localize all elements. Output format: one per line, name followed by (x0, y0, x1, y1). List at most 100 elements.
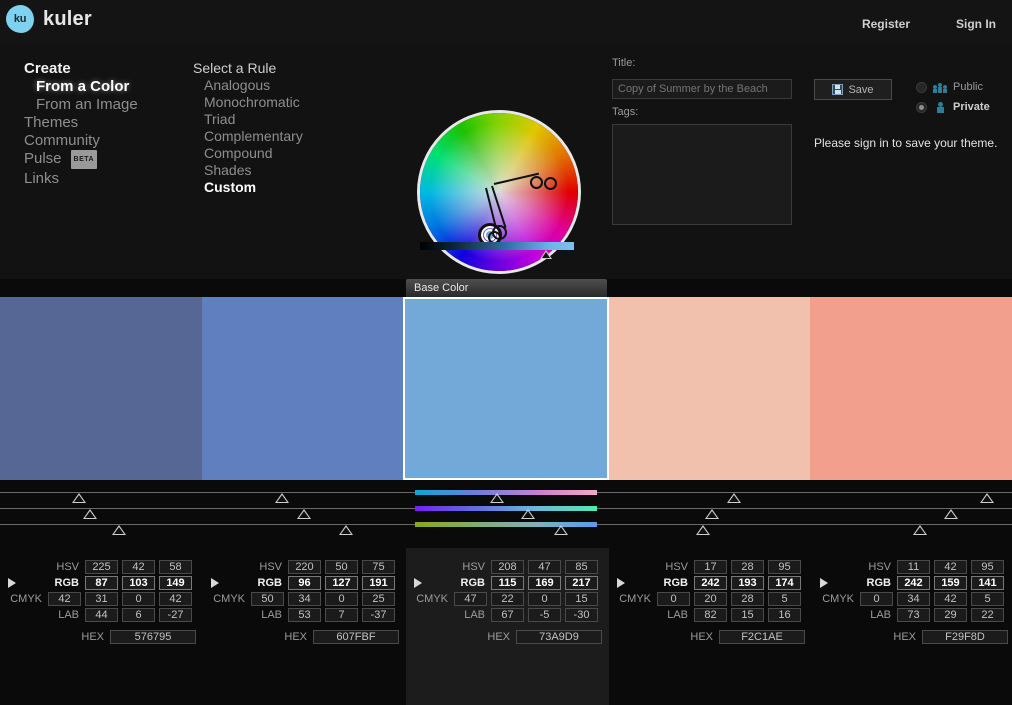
tags-input[interactable] (612, 124, 792, 225)
register-link[interactable]: Register (862, 17, 910, 31)
slider-handle[interactable] (296, 509, 311, 519)
cmyk-field-3[interactable]: 0 (325, 592, 358, 606)
lab-field-3[interactable]: 16 (768, 608, 801, 622)
lab-field-3[interactable]: -30 (565, 608, 598, 622)
wheel-marker-1[interactable] (530, 176, 543, 189)
rgb-field-3[interactable]: 191 (362, 576, 395, 590)
signin-link[interactable]: Sign In (956, 17, 996, 31)
cmyk-field-3[interactable]: 0 (528, 592, 561, 606)
slider-gradient-2[interactable] (414, 506, 598, 511)
lab-field-1[interactable]: 53 (288, 608, 321, 622)
title-input[interactable] (612, 79, 792, 99)
cmyk-field-3[interactable]: 42 (934, 592, 967, 606)
save-button[interactable]: Save (814, 79, 892, 100)
slider-handle[interactable] (695, 525, 710, 535)
expand-arrow-icon[interactable] (617, 578, 625, 588)
color-swatch-1[interactable] (0, 297, 202, 480)
cmyk-field-2[interactable]: 34 (897, 592, 930, 606)
slider-handle[interactable] (705, 509, 720, 519)
nav-item-community[interactable]: Community (24, 132, 184, 150)
nav-item-from-a-color[interactable]: From a Color (24, 78, 184, 96)
lab-field-2[interactable]: 6 (122, 608, 155, 622)
lab-field-1[interactable]: 67 (491, 608, 524, 622)
rule-shades[interactable]: Shades (193, 162, 383, 179)
slider-handle[interactable] (489, 493, 504, 503)
lab-field-2[interactable]: 15 (731, 608, 764, 622)
cmyk-field-1[interactable]: 47 (454, 592, 487, 606)
rule-custom[interactable]: Custom (193, 179, 383, 196)
hsv-field-1[interactable]: 17 (694, 560, 727, 574)
privacy-option-public[interactable]: Public (916, 81, 983, 93)
privacy-option-private[interactable]: Private (916, 101, 990, 113)
lab-field-2[interactable]: 7 (325, 608, 358, 622)
wheel-marker-2[interactable] (544, 177, 557, 190)
expand-arrow-icon[interactable] (414, 578, 422, 588)
nav-item-from-an-image[interactable]: From an Image (24, 96, 184, 114)
nav-item-links[interactable]: Links (24, 170, 184, 188)
slider-handle[interactable] (72, 493, 87, 503)
hsv-field-2[interactable]: 42 (122, 560, 155, 574)
hsv-field-3[interactable]: 85 (565, 560, 598, 574)
hsv-field-3[interactable]: 58 (159, 560, 192, 574)
slider-gradient-3[interactable] (414, 522, 598, 527)
rule-monochromatic[interactable]: Monochromatic (193, 94, 383, 111)
rule-analogous[interactable]: Analogous (193, 77, 383, 94)
rgb-field-1[interactable]: 242 (897, 576, 930, 590)
color-swatch-5[interactable] (810, 297, 1012, 480)
cmyk-field-1[interactable]: 50 (251, 592, 284, 606)
rgb-field-3[interactable]: 217 (565, 576, 598, 590)
hsv-field-1[interactable]: 208 (491, 560, 524, 574)
cmyk-field-1[interactable]: 0 (860, 592, 893, 606)
slider-handle[interactable] (726, 493, 741, 503)
cmyk-field-2[interactable]: 22 (491, 592, 524, 606)
rgb-field-2[interactable]: 127 (325, 576, 358, 590)
cmyk-field-4[interactable]: 5 (971, 592, 1004, 606)
lab-field-2[interactable]: 29 (934, 608, 967, 622)
cmyk-field-4[interactable]: 15 (565, 592, 598, 606)
rgb-field-2[interactable]: 193 (731, 576, 764, 590)
rule-complementary[interactable]: Complementary (193, 128, 383, 145)
cmyk-field-4[interactable]: 42 (159, 592, 192, 606)
hex-field[interactable]: 576795 (110, 630, 196, 644)
lab-field-3[interactable]: -27 (159, 608, 192, 622)
lab-field-2[interactable]: -5 (528, 608, 561, 622)
slider-handle[interactable] (112, 525, 127, 535)
cmyk-field-4[interactable]: 25 (362, 592, 395, 606)
nav-item-pulse[interactable]: Pulse BETA (24, 150, 184, 170)
lab-field-3[interactable]: 22 (971, 608, 1004, 622)
public-radio[interactable] (916, 81, 927, 93)
brightness-slider-handle[interactable] (540, 250, 553, 259)
cmyk-field-2[interactable]: 34 (288, 592, 321, 606)
hex-field[interactable]: F29F8D (922, 630, 1008, 644)
hsv-field-2[interactable]: 28 (731, 560, 764, 574)
slider-handle[interactable] (980, 493, 995, 503)
slider-handle[interactable] (338, 525, 353, 535)
brightness-slider[interactable] (420, 242, 574, 259)
rgb-field-2[interactable]: 169 (528, 576, 561, 590)
rgb-field-3[interactable]: 141 (971, 576, 1004, 590)
nav-item-themes[interactable]: Themes (24, 114, 184, 132)
slider-gradient-1[interactable] (414, 490, 598, 495)
lab-field-1[interactable]: 82 (694, 608, 727, 622)
slider-handle[interactable] (943, 509, 958, 519)
hsv-field-3[interactable]: 75 (362, 560, 395, 574)
rgb-field-2[interactable]: 159 (934, 576, 967, 590)
cmyk-field-2[interactable]: 20 (694, 592, 727, 606)
rule-triad[interactable]: Triad (193, 111, 383, 128)
cmyk-field-3[interactable]: 0 (122, 592, 155, 606)
cmyk-field-2[interactable]: 31 (85, 592, 118, 606)
rule-compound[interactable]: Compound (193, 145, 383, 162)
color-swatch-3[interactable] (403, 297, 609, 480)
cmyk-field-1[interactable]: 42 (48, 592, 81, 606)
color-swatch-2[interactable] (201, 297, 404, 480)
nav-item-create[interactable]: Create (24, 60, 184, 78)
hsv-field-1[interactable]: 220 (288, 560, 321, 574)
hsv-field-1[interactable]: 225 (85, 560, 118, 574)
hsv-field-3[interactable]: 95 (768, 560, 801, 574)
cmyk-field-4[interactable]: 5 (768, 592, 801, 606)
cmyk-field-1[interactable]: 0 (657, 592, 690, 606)
hsv-field-1[interactable]: 11 (897, 560, 930, 574)
logo[interactable]: ku kuler (6, 5, 92, 33)
rgb-field-2[interactable]: 103 (122, 576, 155, 590)
hex-field[interactable]: 73A9D9 (516, 630, 602, 644)
